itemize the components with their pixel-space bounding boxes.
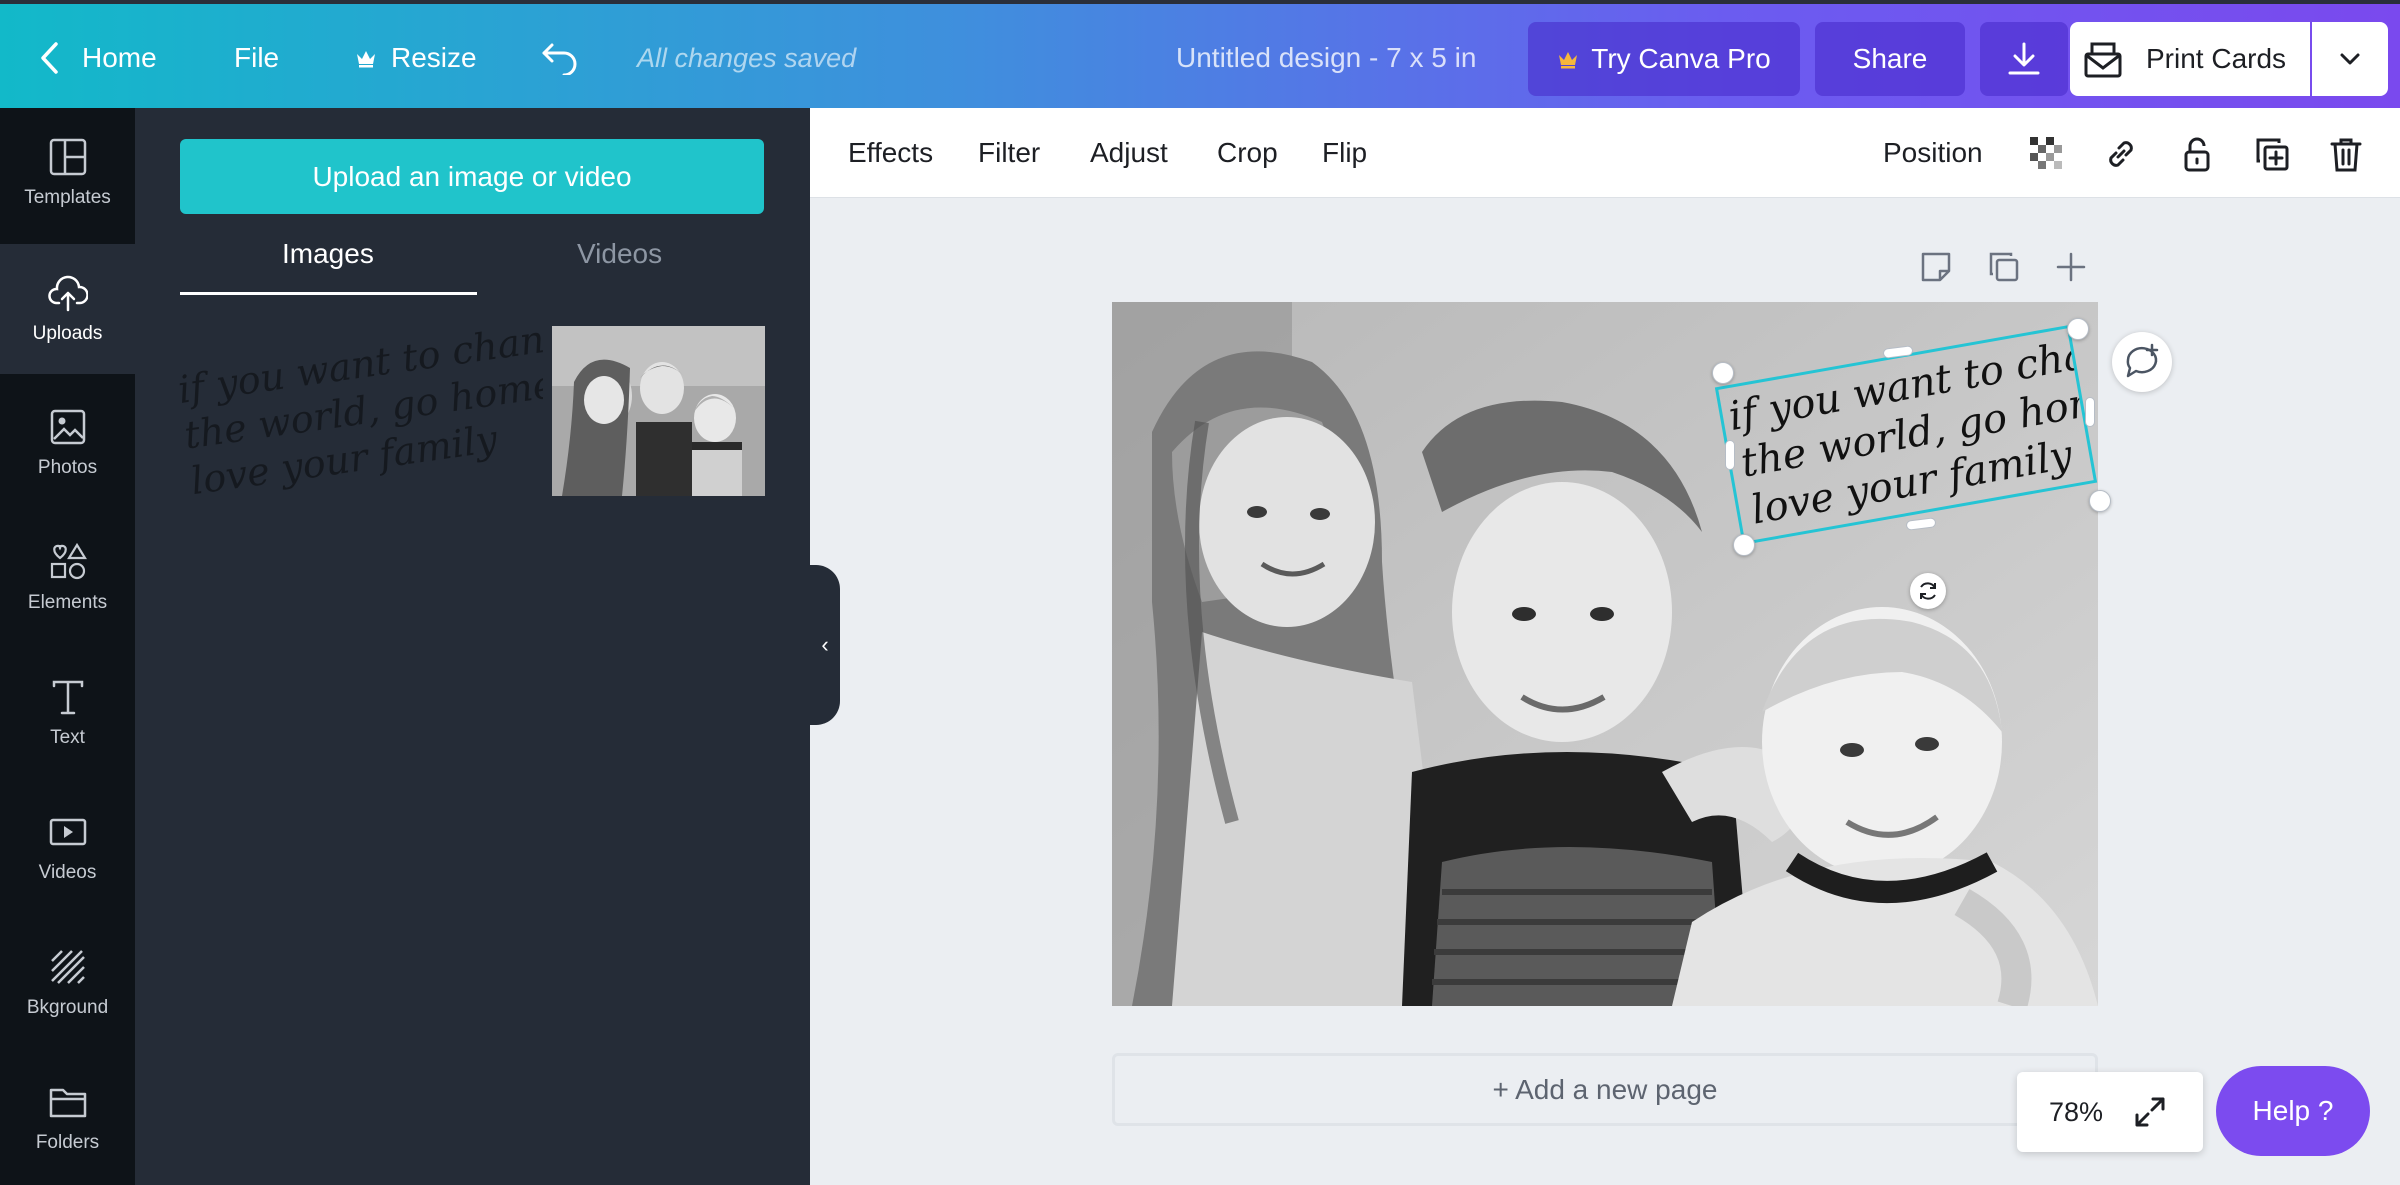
save-status: All changes saved	[637, 42, 857, 73]
fullscreen-icon[interactable]	[2133, 1095, 2167, 1129]
rotate-handle[interactable]	[1910, 573, 1946, 609]
resize-handle-top-left[interactable]	[1712, 362, 1734, 384]
zoom-level[interactable]: 78%	[2049, 1097, 2103, 1128]
trash-icon[interactable]	[2327, 135, 2365, 173]
effects-button[interactable]: Effects	[848, 108, 933, 198]
crown-icon	[357, 51, 375, 68]
upload-icon	[47, 275, 88, 312]
download-button[interactable]	[1980, 22, 2068, 96]
print-options-dropdown[interactable]	[2312, 22, 2388, 96]
rail-item-text[interactable]: Text	[0, 648, 135, 778]
photos-icon	[50, 409, 85, 445]
rail-item-background[interactable]: Bkground	[0, 918, 135, 1048]
rail-label: Uploads	[32, 323, 103, 344]
adjust-button[interactable]: Adjust	[1090, 108, 1168, 198]
try-canva-pro-button[interactable]: Try Canva Pro	[1528, 22, 1800, 96]
duplicate-page-icon[interactable]	[1986, 249, 2022, 285]
flip-button[interactable]: Flip	[1322, 108, 1367, 198]
rail-item-folders[interactable]: Folders	[0, 1053, 135, 1183]
rail-label: Folders	[35, 1132, 100, 1153]
tab-images[interactable]: Images	[282, 238, 374, 270]
chevron-left-icon	[41, 42, 58, 74]
file-menu-button[interactable]: File	[234, 34, 279, 82]
resize-handle-bottom-right[interactable]	[2089, 490, 2111, 512]
page-notes-icon[interactable]	[1918, 249, 1954, 285]
folder-icon	[49, 1088, 86, 1118]
resize-handle-bottom-left[interactable]	[1733, 534, 1755, 556]
collapse-panel-button[interactable]: ‹	[810, 565, 840, 725]
rail-label: Elements	[27, 592, 108, 613]
rotate-icon	[1920, 582, 1936, 600]
templates-icon	[49, 138, 86, 176]
resize-handle-top-right[interactable]	[2067, 318, 2089, 340]
rail-item-uploads[interactable]: Uploads	[0, 244, 135, 374]
undo-button[interactable]	[540, 34, 580, 82]
active-tab-indicator	[180, 292, 477, 295]
envelope-icon	[2084, 42, 2122, 78]
chevron-down-icon	[2340, 53, 2360, 65]
resize-handle-right[interactable]	[2085, 397, 2095, 427]
tab-videos[interactable]: Videos	[577, 238, 662, 270]
resize-handle-left[interactable]	[1725, 440, 1735, 470]
filter-button[interactable]: Filter	[978, 108, 1040, 198]
home-button[interactable]: Home	[38, 34, 157, 82]
duplicate-icon[interactable]	[2253, 135, 2291, 173]
crop-button[interactable]: Crop	[1217, 108, 1278, 198]
add-page-icon[interactable]	[2053, 249, 2089, 285]
elements-icon	[50, 542, 87, 580]
add-new-page-button[interactable]: + Add a new page	[1112, 1053, 2098, 1126]
share-label: Share	[1852, 43, 1928, 74]
crown-icon	[1559, 52, 1578, 69]
download-icon	[2008, 42, 2040, 75]
rail-label: Bkground	[26, 997, 109, 1018]
lock-icon[interactable]	[2178, 135, 2216, 173]
comment-add-icon	[2126, 343, 2159, 378]
rail-item-elements[interactable]: Elements	[0, 513, 135, 643]
home-label: Home	[82, 42, 157, 73]
chevron-left-icon: ‹	[821, 632, 829, 657]
top-bar: Home File Resize All changes saved Untit…	[0, 0, 2400, 108]
rail-label: Templates	[24, 187, 111, 208]
uploads-panel: Upload an image or video Images Videos i…	[135, 108, 810, 1185]
zoom-control[interactable]: 78%	[2017, 1072, 2203, 1152]
uploaded-image-script-quote[interactable]: if you want to change the world, go home…	[179, 326, 543, 496]
background-icon	[50, 950, 85, 984]
rail-label: Text	[50, 727, 85, 748]
upload-media-button[interactable]: Upload an image or video	[180, 139, 764, 214]
rail-item-templates[interactable]: Templates	[0, 108, 135, 238]
print-label: Print Cards	[2146, 43, 2287, 74]
file-label: File	[234, 42, 280, 73]
add-comment-button[interactable]	[2112, 332, 2172, 392]
uploaded-image-kids-photo[interactable]	[552, 326, 765, 496]
rail-label: Photos	[37, 457, 98, 478]
undo-icon	[542, 43, 577, 75]
share-button[interactable]: Share	[1815, 22, 1965, 96]
rail-label: Videos	[38, 862, 97, 883]
resize-button[interactable]: Resize	[355, 34, 477, 82]
videos-icon	[49, 818, 86, 846]
help-button[interactable]: Help ?	[2216, 1066, 2370, 1156]
rail-item-videos[interactable]: Videos	[0, 783, 135, 913]
transparency-icon[interactable]	[2028, 135, 2066, 173]
context-toolbar: Effects Filter Adjust Crop Flip Position	[810, 108, 2400, 198]
text-icon	[52, 680, 83, 715]
side-nav-rail: Templates Uploads Photos Elements Text V…	[0, 108, 135, 1185]
try-pro-label: Try Canva Pro	[1591, 43, 1771, 74]
position-button[interactable]: Position	[1883, 108, 1983, 198]
resize-label: Resize	[391, 42, 477, 73]
print-cards-button[interactable]: Print Cards	[2070, 22, 2310, 96]
link-icon[interactable]	[2102, 135, 2140, 173]
design-title[interactable]: Untitled design - 7 x 5 in	[1176, 34, 1476, 82]
rail-item-photos[interactable]: Photos	[0, 378, 135, 508]
